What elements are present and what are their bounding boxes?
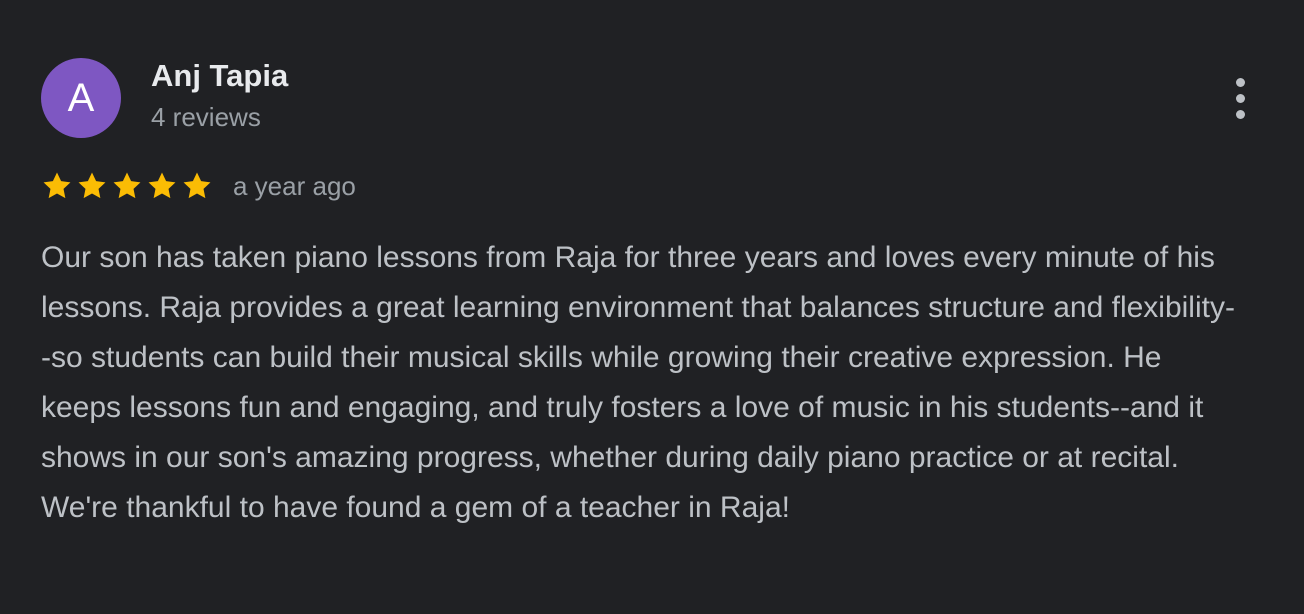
reviewer-name[interactable]: Anj Tapia — [151, 58, 288, 94]
more-vert-icon — [1235, 74, 1245, 122]
reviewer-reviews-count[interactable]: 4 reviews — [151, 102, 261, 133]
star-icon — [75, 169, 109, 203]
star-rating — [40, 169, 215, 203]
more-options-button[interactable] — [1220, 74, 1260, 122]
star-icon — [40, 169, 74, 203]
avatar-letter: A — [67, 75, 95, 120]
avatar[interactable]: A — [41, 58, 121, 138]
star-icon — [180, 169, 214, 203]
review-time: a year ago — [233, 170, 356, 201]
review-card: A Anj Tapia 4 reviews a year ago Our son… — [0, 0, 1304, 614]
star-icon — [110, 169, 144, 203]
rating-row: a year ago — [40, 166, 356, 206]
review-text: Our son has taken piano lessons from Raj… — [41, 241, 1235, 524]
star-icon — [145, 169, 179, 203]
